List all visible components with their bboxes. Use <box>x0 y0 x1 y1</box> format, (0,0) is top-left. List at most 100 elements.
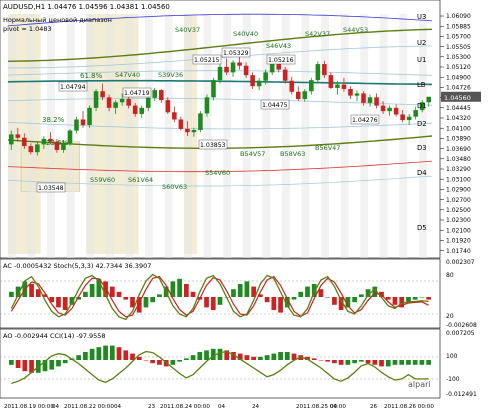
ao-bar <box>123 350 129 360</box>
fib-percent-label: 61.8% <box>80 72 103 80</box>
ac-bar <box>116 291 122 297</box>
level-tag: D1 <box>417 102 427 110</box>
symbol-line: AUDUSD,H1 1.04476 1.04596 1.04381 1.0456… <box>3 3 170 11</box>
candle-body <box>322 64 327 76</box>
ac-bar <box>419 297 425 298</box>
ao-bar <box>258 356 263 360</box>
candle-body <box>243 65 249 76</box>
ac-bar <box>298 291 304 297</box>
grid-stripe <box>105 14 114 258</box>
time-tick-label: 04 <box>52 404 60 410</box>
price-marker: 1.04475 <box>262 102 288 109</box>
y-tick-label: 1.05120 <box>446 64 471 71</box>
y-tick-label: 1.02500 <box>446 207 471 214</box>
ac-stoch-title: AC -0.0005432 Stoch(5,3,3) 42.7344 36.39… <box>3 262 151 270</box>
candle-body <box>335 84 340 88</box>
y-tick-label: 1.05885 <box>446 23 471 30</box>
indicator-name: Нормальный ценовой диапазон <box>3 16 112 24</box>
ac-y-tick: -0.002608 <box>446 322 477 329</box>
candle-body <box>100 91 105 98</box>
annotation-label: S59V60 <box>90 176 115 184</box>
time-tick-label: 2011.08.26 00:00 <box>384 404 434 410</box>
ao-bar <box>76 355 82 360</box>
ao-bar <box>318 360 324 361</box>
ac-bar <box>9 291 14 297</box>
level-tag: U2 <box>417 39 426 47</box>
ao-bar <box>177 360 182 362</box>
ao-bar <box>22 360 28 372</box>
price-marker: 1.05215 <box>194 57 220 64</box>
candle-body <box>119 98 125 103</box>
y-tick-label: 1.03100 <box>446 176 471 183</box>
grid-stripe <box>262 14 271 258</box>
ao-bar <box>365 360 371 364</box>
ao-bar <box>56 360 61 367</box>
ao-y-tick: -0.012491 <box>446 391 477 398</box>
ac-bar <box>29 284 34 297</box>
annotation-label: S42V37 <box>305 30 330 38</box>
candle-body <box>74 119 79 131</box>
ao-bar <box>190 355 196 360</box>
candle-body <box>361 93 366 103</box>
time-tick-label: 2011.08.19 00:00 <box>4 404 54 410</box>
grid-stripe <box>281 14 290 258</box>
ac-stochastic-panel: 0.002307 80 20 -0.002608 AC -0.0005432 Stoc… <box>0 258 477 329</box>
grid-stripe <box>144 14 153 258</box>
ac-bar <box>244 281 250 297</box>
candle-body <box>393 107 399 115</box>
grid-stripe <box>125 14 134 258</box>
candle-body <box>80 119 86 126</box>
ao-bar <box>96 347 102 360</box>
y-tick-label: 1.05505 <box>446 44 471 51</box>
ac-bar <box>210 297 216 310</box>
y-tick-label: 1.04100 <box>446 125 471 132</box>
ao-bar <box>183 358 189 360</box>
y-tick-label: 1.05300 <box>446 54 471 61</box>
ao-bar <box>157 360 162 365</box>
candle-body <box>165 100 171 113</box>
candle-body <box>302 91 308 99</box>
candle-body <box>93 91 99 108</box>
ac-bar <box>412 297 418 300</box>
candle-body <box>8 134 14 145</box>
ao-bar <box>143 360 149 361</box>
price-marker: 1.04794 <box>60 84 86 91</box>
ao-bar <box>89 348 95 360</box>
ac-bar <box>264 297 270 303</box>
ao-y-tick: -100 <box>446 376 460 383</box>
ac-bar <box>325 297 331 298</box>
chart-canvas: S40V37 S40V40 S46V43 S42V37 S44V53 S47V40 S39V… <box>0 0 500 413</box>
watermark: alpari <box>408 380 431 389</box>
time-tick-label: 26 <box>370 404 378 410</box>
candle-body <box>367 97 373 103</box>
candle-body <box>406 116 412 121</box>
y-tick-label: 1.04900 <box>446 74 471 81</box>
ac-bar <box>305 286 310 297</box>
ac-bar <box>109 286 115 297</box>
grid-stripe <box>164 14 173 258</box>
price-marker: 1.04276 <box>352 117 378 124</box>
grid-stripe <box>340 14 349 258</box>
ac-bar <box>352 297 357 303</box>
time-tick-label: 2011.08.22 00:00 <box>64 404 114 410</box>
grid-stripe <box>301 14 310 258</box>
ac-bar <box>237 284 243 297</box>
ac-bar <box>358 294 364 297</box>
ao-bar <box>49 360 55 370</box>
y-tick-label: 1.01920 <box>446 238 471 245</box>
ac-bar <box>231 289 236 297</box>
ao-bar <box>372 360 378 365</box>
level-tag: LB <box>417 81 426 89</box>
time-tick-label: 2011.08.25 00:00 <box>296 404 346 410</box>
main-price-panel: S40V37 S40V40 S46V43 S42V37 S44V53 S47V40 S39V… <box>0 0 481 259</box>
grid-stripe <box>379 14 388 258</box>
candle-body <box>309 80 314 92</box>
candle-body <box>35 144 40 153</box>
candle-body <box>198 113 203 131</box>
candle-body <box>185 128 190 133</box>
ac-bar <box>217 297 223 305</box>
annotation-label: B58V63 <box>280 150 305 158</box>
ao-bar <box>419 360 425 365</box>
fib-percent-label: 38.2% <box>42 116 65 124</box>
annotation-label: S40V40 <box>233 30 258 38</box>
